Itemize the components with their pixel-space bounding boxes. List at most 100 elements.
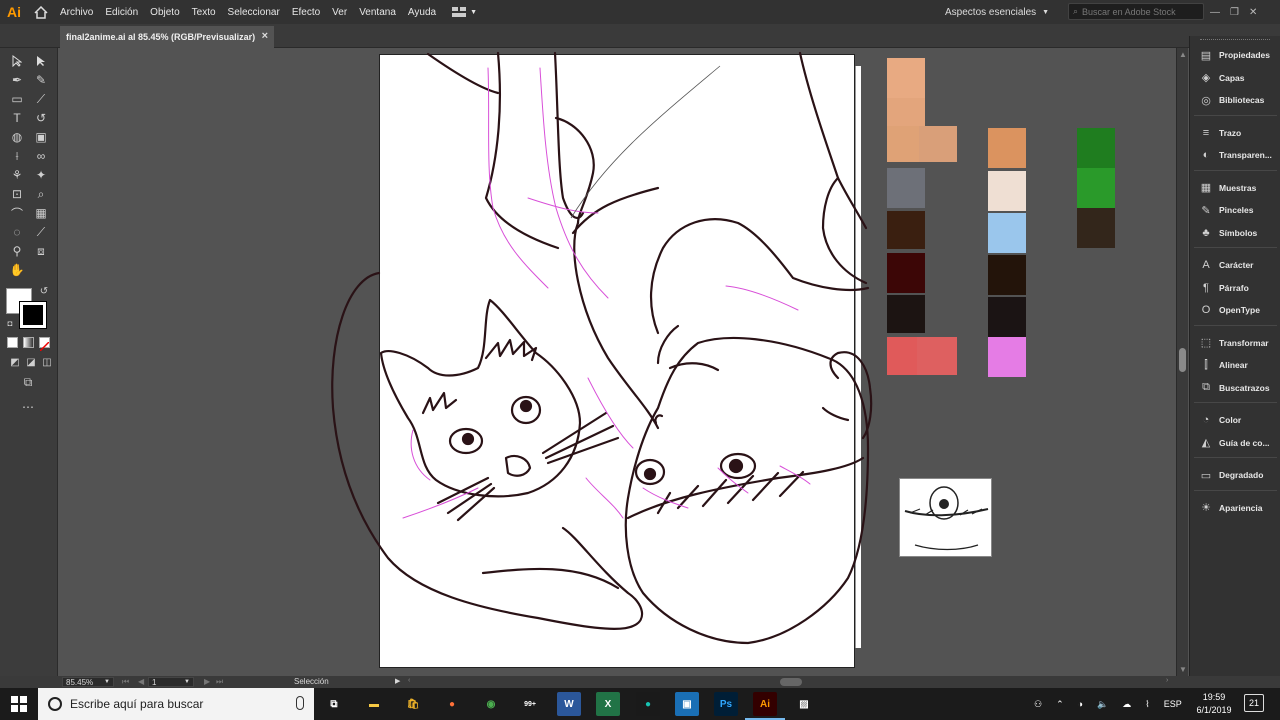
panel-tab-swatches[interactable]: ▦ Muestras xyxy=(1190,177,1280,199)
app-green-icon[interactable]: ● xyxy=(636,692,660,716)
prev-artboard-icon[interactable]: ◀ xyxy=(138,677,144,686)
close-tab-icon[interactable]: × xyxy=(262,30,268,42)
microphone-icon[interactable] xyxy=(296,696,304,710)
panel-tab-paragraph[interactable]: ¶ Párrafo xyxy=(1190,277,1280,299)
type-tool-icon[interactable]: T xyxy=(7,109,27,127)
menu-item[interactable]: Seleccionar xyxy=(222,7,286,18)
chrome-icon[interactable]: ◉ xyxy=(479,692,503,716)
arrange-documents-button[interactable]: ▼ xyxy=(452,7,477,17)
menu-item[interactable]: Ver xyxy=(326,7,353,18)
scroll-right-icon[interactable]: › xyxy=(1166,677,1168,684)
color-swatch[interactable] xyxy=(887,211,925,249)
panel-tab-color-guide[interactable]: ◭ Guía de co... xyxy=(1190,432,1280,454)
color-swatch[interactable] xyxy=(988,171,1026,211)
volume-icon[interactable]: 🔈 xyxy=(1097,699,1108,710)
wifi-icon[interactable]: ⌇ xyxy=(1145,699,1149,710)
panel-tab-layers[interactable]: ◈ Capas xyxy=(1190,67,1280,89)
hand-tool-icon[interactable]: ✋ xyxy=(7,261,27,279)
direct-selection-tool-icon[interactable] xyxy=(31,52,51,70)
panel-tab-character[interactable]: A Carácter xyxy=(1190,254,1280,276)
horizontal-scroll-thumb[interactable] xyxy=(780,678,802,686)
pin-tool-icon[interactable]: ⚲ xyxy=(7,242,27,260)
gradient-mode-icon[interactable] xyxy=(23,337,34,348)
close-icon[interactable]: ✕ xyxy=(1249,7,1257,18)
onedrive-icon[interactable]: ☁ xyxy=(1122,699,1131,710)
panel-tab-pathfinder[interactable]: ⧉ Buscatrazos xyxy=(1190,377,1280,399)
taskbar-search[interactable]: Escribe aquí para buscar xyxy=(38,688,314,720)
firefox-icon[interactable]: ● xyxy=(440,692,464,716)
more-tools-icon[interactable]: ⋯ xyxy=(18,398,38,416)
next-artboard-icon[interactable]: ▶ xyxy=(204,677,210,686)
color-swatch[interactable] xyxy=(988,337,1026,377)
menu-item[interactable]: Efecto xyxy=(286,7,326,18)
photoshop-icon[interactable]: Ps xyxy=(714,692,738,716)
panel-dock-grip[interactable] xyxy=(1200,39,1270,43)
last-artboard-icon[interactable]: ⏭ xyxy=(216,677,223,687)
panel-tab-properties[interactable]: ▤ Propiedades xyxy=(1190,44,1280,66)
screen-mode-icon[interactable]: ⧉ xyxy=(18,373,38,391)
chevron-up-icon[interactable]: ⌃ xyxy=(1056,699,1064,710)
restore-icon[interactable]: ❐ xyxy=(1230,7,1239,18)
knife-tool-icon[interactable]: ⟋ xyxy=(31,223,51,241)
windows-start-icon[interactable] xyxy=(0,688,38,720)
paintbrush-tool-icon[interactable]: ⟋ xyxy=(31,90,51,108)
scroll-left-icon[interactable]: ‹ xyxy=(408,677,410,684)
none-mode-icon[interactable] xyxy=(39,337,50,352)
panel-tab-stroke[interactable]: ≡ Trazo xyxy=(1190,122,1280,144)
panel-tab-opentype[interactable]: O OpenType xyxy=(1190,299,1280,321)
color-swatch[interactable] xyxy=(919,126,957,162)
task-view-icon[interactable]: ⧉ xyxy=(322,692,346,716)
color-swatch[interactable] xyxy=(1077,208,1115,248)
stroke-color-swatch[interactable] xyxy=(19,301,47,329)
swap-colors-icon[interactable]: ↺ xyxy=(34,282,54,300)
menu-item[interactable]: Texto xyxy=(186,7,222,18)
color-swatch[interactable] xyxy=(1077,168,1115,208)
eyedropper-tool-icon[interactable]: ⟊ xyxy=(7,147,27,165)
menu-item[interactable]: Edición xyxy=(99,7,144,18)
workspace-switcher[interactable]: Aspectos esenciales ▼ xyxy=(945,0,1049,24)
blend-tool-icon[interactable]: ∞ xyxy=(31,147,51,165)
photos-icon[interactable]: ▨ xyxy=(792,692,816,716)
default-colors-icon[interactable]: ◘ xyxy=(0,314,20,332)
curvature-tool-icon[interactable]: ✎ xyxy=(31,71,51,89)
gradient-tool-icon[interactable]: ▣ xyxy=(31,128,51,146)
menu-item[interactable]: Ayuda xyxy=(402,7,442,18)
color-swatch[interactable] xyxy=(988,297,1026,337)
language-indicator[interactable]: ESP xyxy=(1164,699,1182,709)
excel-icon[interactable]: X xyxy=(596,692,620,716)
color-swatch[interactable] xyxy=(887,253,925,293)
draw-inside-icon[interactable]: ◫ xyxy=(37,353,57,371)
panel-tab-gradient[interactable]: ▭ Degradado xyxy=(1190,464,1280,486)
artboard-tool-icon[interactable]: ⊡ xyxy=(7,185,27,203)
document-tab[interactable]: final2anime.ai al 85.45% (RGB/Previsuali… xyxy=(60,26,274,48)
clock[interactable]: 19:59 6/1/2019 xyxy=(1196,691,1232,717)
panel-tab-symbols[interactable]: ♣ Símbolos xyxy=(1190,222,1280,244)
menu-item[interactable]: Archivo xyxy=(54,7,99,18)
word-icon[interactable]: W xyxy=(557,692,581,716)
magic-wand-tool-icon[interactable]: ✦ xyxy=(31,166,51,184)
status-menu-icon[interactable]: ▶ xyxy=(395,677,400,685)
lasso-tool-icon[interactable]: ◌ xyxy=(7,223,27,241)
panel-tab-transform[interactable]: ⬚ Transformar xyxy=(1190,332,1280,354)
file-explorer-icon[interactable]: ▬ xyxy=(362,692,386,716)
panel-tab-color[interactable]: ◔ Color xyxy=(1190,409,1280,431)
minimize-icon[interactable]: — xyxy=(1210,7,1220,18)
color-swatch[interactable] xyxy=(887,58,925,98)
rotate-tool-icon[interactable]: ↺ xyxy=(31,109,51,127)
color-swatch[interactable] xyxy=(917,337,957,375)
panel-tab-align[interactable]: ⫿ Alinear xyxy=(1190,354,1280,376)
shape-builder-tool-icon[interactable]: ◍ xyxy=(7,128,27,146)
slice-tool-icon[interactable]: ⧈ xyxy=(31,242,51,260)
symbol-sprayer-tool-icon[interactable]: ⚘ xyxy=(7,166,27,184)
home-icon[interactable] xyxy=(28,0,54,24)
color-swatch[interactable] xyxy=(1077,128,1115,168)
illustrator-icon[interactable]: Ai xyxy=(745,692,785,720)
panel-tab-brushes[interactable]: ✎ Pinceles xyxy=(1190,199,1280,221)
panel-tab-libraries[interactable]: ◎ Bibliotecas xyxy=(1190,89,1280,111)
panel-tab-appearance[interactable]: ☀ Apariencia xyxy=(1190,497,1280,519)
color-swatch[interactable] xyxy=(988,213,1026,253)
canvas-area[interactable] xyxy=(58,48,1178,676)
adobe-stock-search[interactable]: ⌕ Buscar en Adobe Stock xyxy=(1068,3,1204,20)
color-swatch[interactable] xyxy=(988,128,1026,168)
app-square-icon[interactable]: ▣ xyxy=(675,692,699,716)
